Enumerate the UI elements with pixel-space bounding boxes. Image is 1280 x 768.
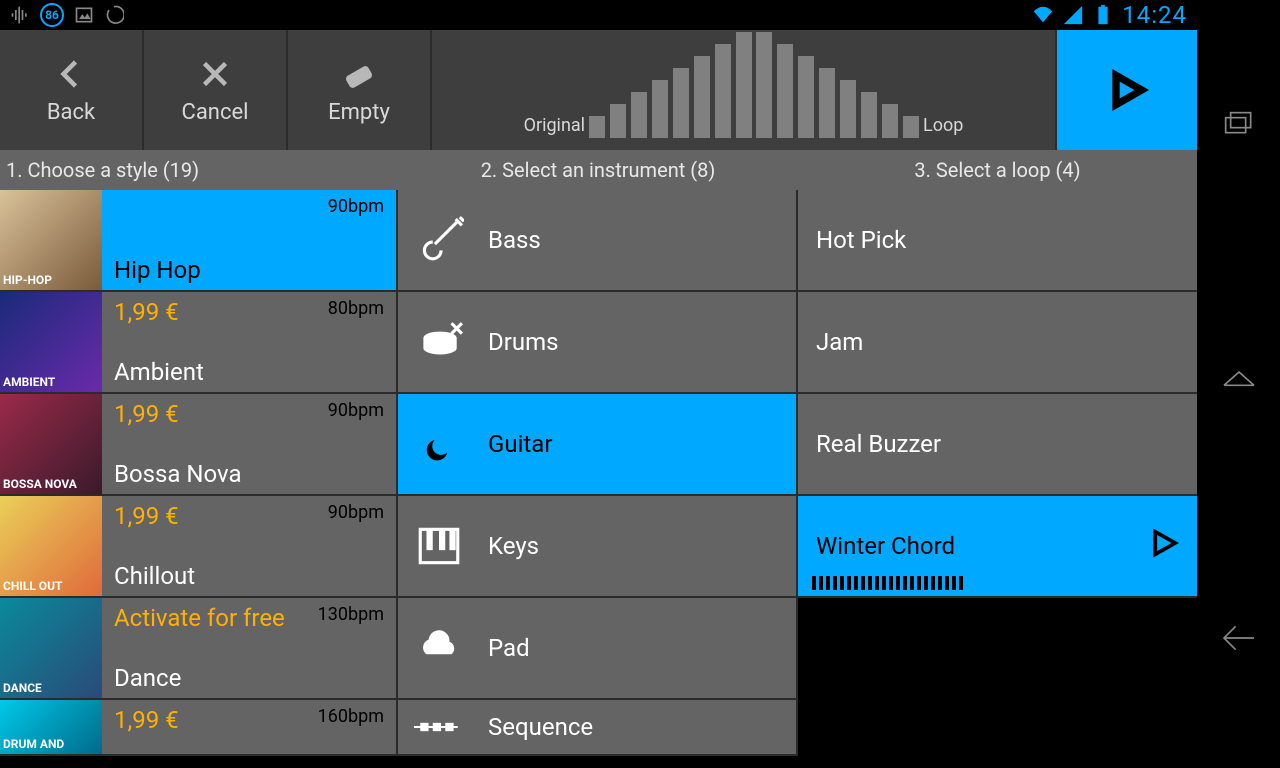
styles-column[interactable]: Hip-Hop 90bpm Hip Hop Ambient 1,99 € 80b… [0, 190, 398, 768]
loop-item[interactable]: Winter Chord [798, 496, 1197, 598]
play-icon [1105, 68, 1149, 112]
battery-icon [1092, 4, 1114, 26]
bass-icon [412, 213, 466, 267]
loop-item[interactable]: Jam [798, 292, 1197, 394]
loop-name: Winter Chord [816, 532, 955, 560]
instrument-name: Pad [488, 634, 530, 662]
step-instrument: 2. Select an instrument (8) [398, 158, 798, 182]
style-item[interactable]: Chill Out 1,99 € 90bpm Chillout [0, 496, 398, 598]
original-label: Original [524, 115, 585, 142]
empty-label: Empty [328, 100, 390, 125]
style-bpm: 90bpm [328, 502, 384, 523]
battery-badge: 86 [40, 3, 64, 27]
style-item[interactable]: Hip-Hop 90bpm Hip Hop [0, 190, 398, 292]
pad-icon [412, 621, 466, 675]
style-price: Activate for free [114, 604, 285, 632]
drums-icon [412, 315, 466, 369]
loop-progress [812, 576, 963, 590]
back-button[interactable]: Back [0, 30, 142, 150]
style-thumb: Hip-Hop [0, 190, 102, 290]
eraser-icon [341, 56, 377, 92]
loop-item[interactable]: Real Buzzer [798, 394, 1197, 496]
home-button[interactable] [1219, 362, 1259, 406]
style-item[interactable]: drum and 1,99 € 160bpm [0, 700, 398, 756]
status-bar: 86 14:24 [0, 0, 1197, 30]
cancel-button[interactable]: Cancel [144, 30, 286, 150]
empty-button[interactable]: Empty [288, 30, 430, 150]
loop-label: Loop [923, 115, 963, 142]
loop-name: Real Buzzer [816, 430, 941, 458]
instrument-name: Bass [488, 226, 541, 254]
swirl-icon [104, 5, 124, 25]
style-thumb: Dance [0, 598, 102, 698]
clock: 14:24 [1122, 1, 1187, 29]
style-price: 1,99 € [114, 400, 179, 428]
style-bpm: 90bpm [328, 196, 384, 217]
instrument-item[interactable]: Bass [398, 190, 798, 292]
instrument-item[interactable]: Pad [398, 598, 798, 700]
instrument-name: Sequence [488, 713, 593, 741]
style-thumb: drum and [0, 700, 102, 754]
instrument-name: Keys [488, 532, 539, 560]
gallery-icon [74, 5, 94, 25]
loop-item[interactable]: Hot Pick [798, 190, 1197, 292]
style-name: Ambient [114, 358, 384, 386]
back-nav-button[interactable] [1219, 618, 1259, 662]
keys-icon [412, 519, 466, 573]
wifi-icon [1032, 4, 1054, 26]
signal-icon [1062, 4, 1084, 26]
style-item[interactable]: Bossa Nova 1,99 € 90bpm Bossa Nova [0, 394, 398, 496]
instrument-name: Drums [488, 328, 559, 356]
waveform-visualizer[interactable]: Original Loop [432, 30, 1055, 150]
style-name: Dance [114, 664, 384, 692]
style-item[interactable]: Dance Activate for free 130bpm Dance [0, 598, 398, 700]
close-icon [197, 56, 233, 92]
style-price: 1,99 € [114, 706, 179, 734]
style-price: 1,99 € [114, 502, 179, 530]
instrument-name: Guitar [488, 430, 552, 458]
play-icon[interactable] [1149, 528, 1179, 564]
style-name: Hip Hop [114, 256, 384, 284]
cancel-label: Cancel [182, 100, 249, 125]
back-label: Back [47, 100, 95, 125]
style-thumb: Bossa Nova [0, 394, 102, 494]
audio-icon [10, 5, 30, 25]
android-navbar [1197, 0, 1280, 768]
style-bpm: 90bpm [328, 400, 384, 421]
instrument-item[interactable]: Drums [398, 292, 798, 394]
step-style: 1. Choose a style (19) [0, 158, 398, 182]
instrument-item[interactable]: Keys [398, 496, 798, 598]
guitar-icon [412, 417, 466, 471]
recent-apps-button[interactable] [1219, 106, 1259, 150]
instruments-column[interactable]: Bass Drums Guitar Keys Pad Sequence [398, 190, 798, 768]
toolbar: Back Cancel Empty Original Loop [0, 30, 1197, 150]
style-bpm: 160bpm [318, 706, 384, 727]
style-item[interactable]: Ambient 1,99 € 80bpm Ambient [0, 292, 398, 394]
loops-column[interactable]: Hot Pick Jam Real Buzzer Winter Chord [798, 190, 1197, 768]
loop-name: Hot Pick [816, 226, 906, 254]
style-bpm: 130bpm [318, 604, 384, 625]
step-loop: 3. Select a loop (4) [798, 158, 1197, 182]
chevron-left-icon [53, 56, 89, 92]
style-thumb: Ambient [0, 292, 102, 392]
style-price: 1,99 € [114, 298, 179, 326]
instrument-item[interactable]: Sequence [398, 700, 798, 756]
loop-name: Jam [816, 328, 863, 356]
play-button[interactable] [1057, 30, 1197, 150]
style-name: Chillout [114, 562, 384, 590]
style-name: Bossa Nova [114, 460, 384, 488]
sequence-icon [412, 700, 466, 754]
style-bpm: 80bpm [328, 298, 384, 319]
instrument-item[interactable]: Guitar [398, 394, 798, 496]
style-thumb: Chill Out [0, 496, 102, 596]
step-headers: 1. Choose a style (19) 2. Select an inst… [0, 150, 1197, 190]
